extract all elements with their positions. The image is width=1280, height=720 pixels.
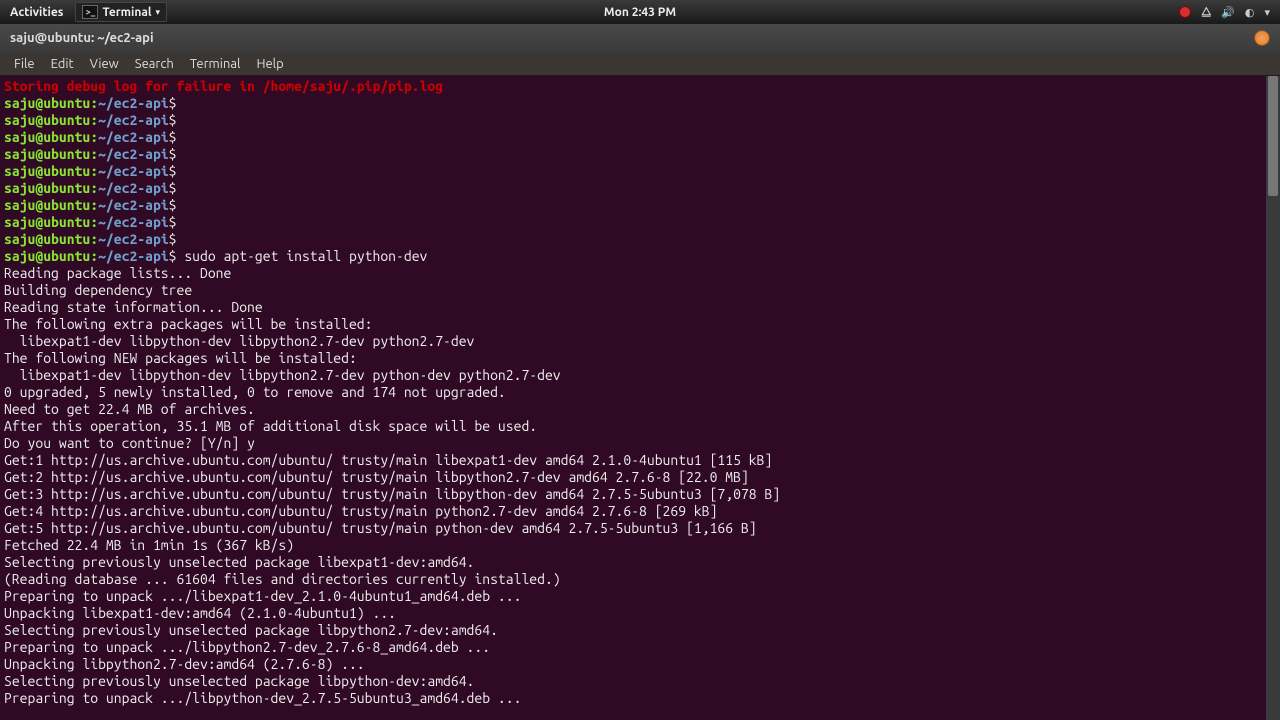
- terminal-line: Get:2 http://us.archive.ubuntu.com/ubunt…: [4, 469, 1276, 486]
- terminal-line: Get:1 http://us.archive.ubuntu.com/ubunt…: [4, 452, 1276, 469]
- terminal-line: Unpacking libpython2.7-dev:amd64 (2.7.6-…: [4, 656, 1276, 673]
- terminal-line: saju@ubuntu:~/ec2-api$: [4, 95, 1276, 112]
- terminal-line: libexpat1-dev libpython-dev libpython2.7…: [4, 367, 1276, 384]
- scrollbar-thumb[interactable]: [1268, 76, 1278, 196]
- terminal-line: (Reading database ... 61604 files and di…: [4, 571, 1276, 588]
- terminal-line: After this operation, 35.1 MB of additio…: [4, 418, 1276, 435]
- terminal-line: saju@ubuntu:~/ec2-api$: [4, 214, 1276, 231]
- terminal-line: saju@ubuntu:~/ec2-api$ sudo apt-get inst…: [4, 248, 1276, 265]
- terminal-line: 0 upgraded, 5 newly installed, 0 to remo…: [4, 384, 1276, 401]
- clock[interactable]: Mon 2:43 PM: [604, 6, 676, 19]
- terminal-line: Preparing to unpack .../libpython2.7-dev…: [4, 639, 1276, 656]
- terminal-line: saju@ubuntu:~/ec2-api$: [4, 112, 1276, 129]
- close-icon[interactable]: [1254, 30, 1270, 46]
- terminal-line: saju@ubuntu:~/ec2-api$: [4, 163, 1276, 180]
- terminal-line: Selecting previously unselected package …: [4, 622, 1276, 639]
- menu-bar: File Edit View Search Terminal Help: [0, 52, 1280, 76]
- gnome-top-bar: Activities >_ Terminal ▾ Mon 2:43 PM ⧋ 🔊…: [0, 0, 1280, 24]
- terminal-line: Building dependency tree: [4, 282, 1276, 299]
- vertical-scrollbar[interactable]: [1266, 76, 1280, 720]
- terminal-line: saju@ubuntu:~/ec2-api$: [4, 231, 1276, 248]
- activities-button[interactable]: Activities: [0, 6, 73, 19]
- menu-terminal[interactable]: Terminal: [182, 55, 249, 73]
- app-menu-label: Terminal: [102, 6, 151, 19]
- terminal-line: libexpat1-dev libpython-dev libpython2.7…: [4, 333, 1276, 350]
- chevron-down-icon[interactable]: ▾: [1264, 6, 1270, 19]
- terminal-line: Selecting previously unselected package …: [4, 554, 1276, 571]
- terminal-line: Reading package lists... Done: [4, 265, 1276, 282]
- terminal-line: saju@ubuntu:~/ec2-api$: [4, 180, 1276, 197]
- window-titlebar[interactable]: saju@ubuntu: ~/ec2-api: [0, 24, 1280, 52]
- menu-edit[interactable]: Edit: [43, 55, 82, 73]
- terminal-line: saju@ubuntu:~/ec2-api$: [4, 197, 1276, 214]
- terminal-line: Storing debug log for failure in /home/s…: [4, 78, 1276, 95]
- terminal-line: The following NEW packages will be insta…: [4, 350, 1276, 367]
- window-title: saju@ubuntu: ~/ec2-api: [10, 31, 154, 45]
- terminal-content[interactable]: Storing debug log for failure in /home/s…: [0, 76, 1280, 709]
- terminal-line: Need to get 22.4 MB of archives.: [4, 401, 1276, 418]
- terminal-line: Selecting previously unselected package …: [4, 673, 1276, 690]
- terminal-line: saju@ubuntu:~/ec2-api$: [4, 129, 1276, 146]
- terminal-line: Preparing to unpack .../libexpat1-dev_2.…: [4, 588, 1276, 605]
- menu-help[interactable]: Help: [248, 55, 291, 73]
- terminal-line: saju@ubuntu:~/ec2-api$: [4, 146, 1276, 163]
- terminal-line: Do you want to continue? [Y/n] y: [4, 435, 1276, 452]
- terminal-line: Fetched 22.4 MB in 1min 1s (367 kB/s): [4, 537, 1276, 554]
- terminal-line: Unpacking libexpat1-dev:amd64 (2.1.0-4ub…: [4, 605, 1276, 622]
- terminal-line: Reading state information... Done: [4, 299, 1276, 316]
- terminal-line: Preparing to unpack .../libpython-dev_2.…: [4, 690, 1276, 707]
- menu-view[interactable]: View: [82, 55, 127, 73]
- chevron-down-icon: ▾: [156, 7, 161, 18]
- menu-search[interactable]: Search: [127, 55, 182, 73]
- terminal-icon: >_: [82, 5, 98, 19]
- app-menu-button[interactable]: >_ Terminal ▾: [75, 2, 167, 22]
- terminal-viewport[interactable]: Storing debug log for failure in /home/s…: [0, 76, 1280, 720]
- terminal-line: Get:4 http://us.archive.ubuntu.com/ubunt…: [4, 503, 1276, 520]
- menu-file[interactable]: File: [6, 55, 43, 73]
- top-bar-left: Activities >_ Terminal ▾: [0, 2, 167, 22]
- terminal-line: The following extra packages will be ins…: [4, 316, 1276, 333]
- terminal-window: saju@ubuntu: ~/ec2-api File Edit View Se…: [0, 24, 1280, 720]
- top-bar-right: ⧋ 🔊 ◐ ▾: [1179, 6, 1280, 19]
- terminal-line: Get:5 http://us.archive.ubuntu.com/ubunt…: [4, 520, 1276, 537]
- wifi-icon[interactable]: ⧋: [1201, 6, 1211, 19]
- session-icon[interactable]: ◐: [1245, 6, 1255, 19]
- terminal-line: Get:3 http://us.archive.ubuntu.com/ubunt…: [4, 486, 1276, 503]
- volume-icon[interactable]: 🔊: [1221, 6, 1235, 19]
- screen-record-icon[interactable]: [1179, 6, 1191, 18]
